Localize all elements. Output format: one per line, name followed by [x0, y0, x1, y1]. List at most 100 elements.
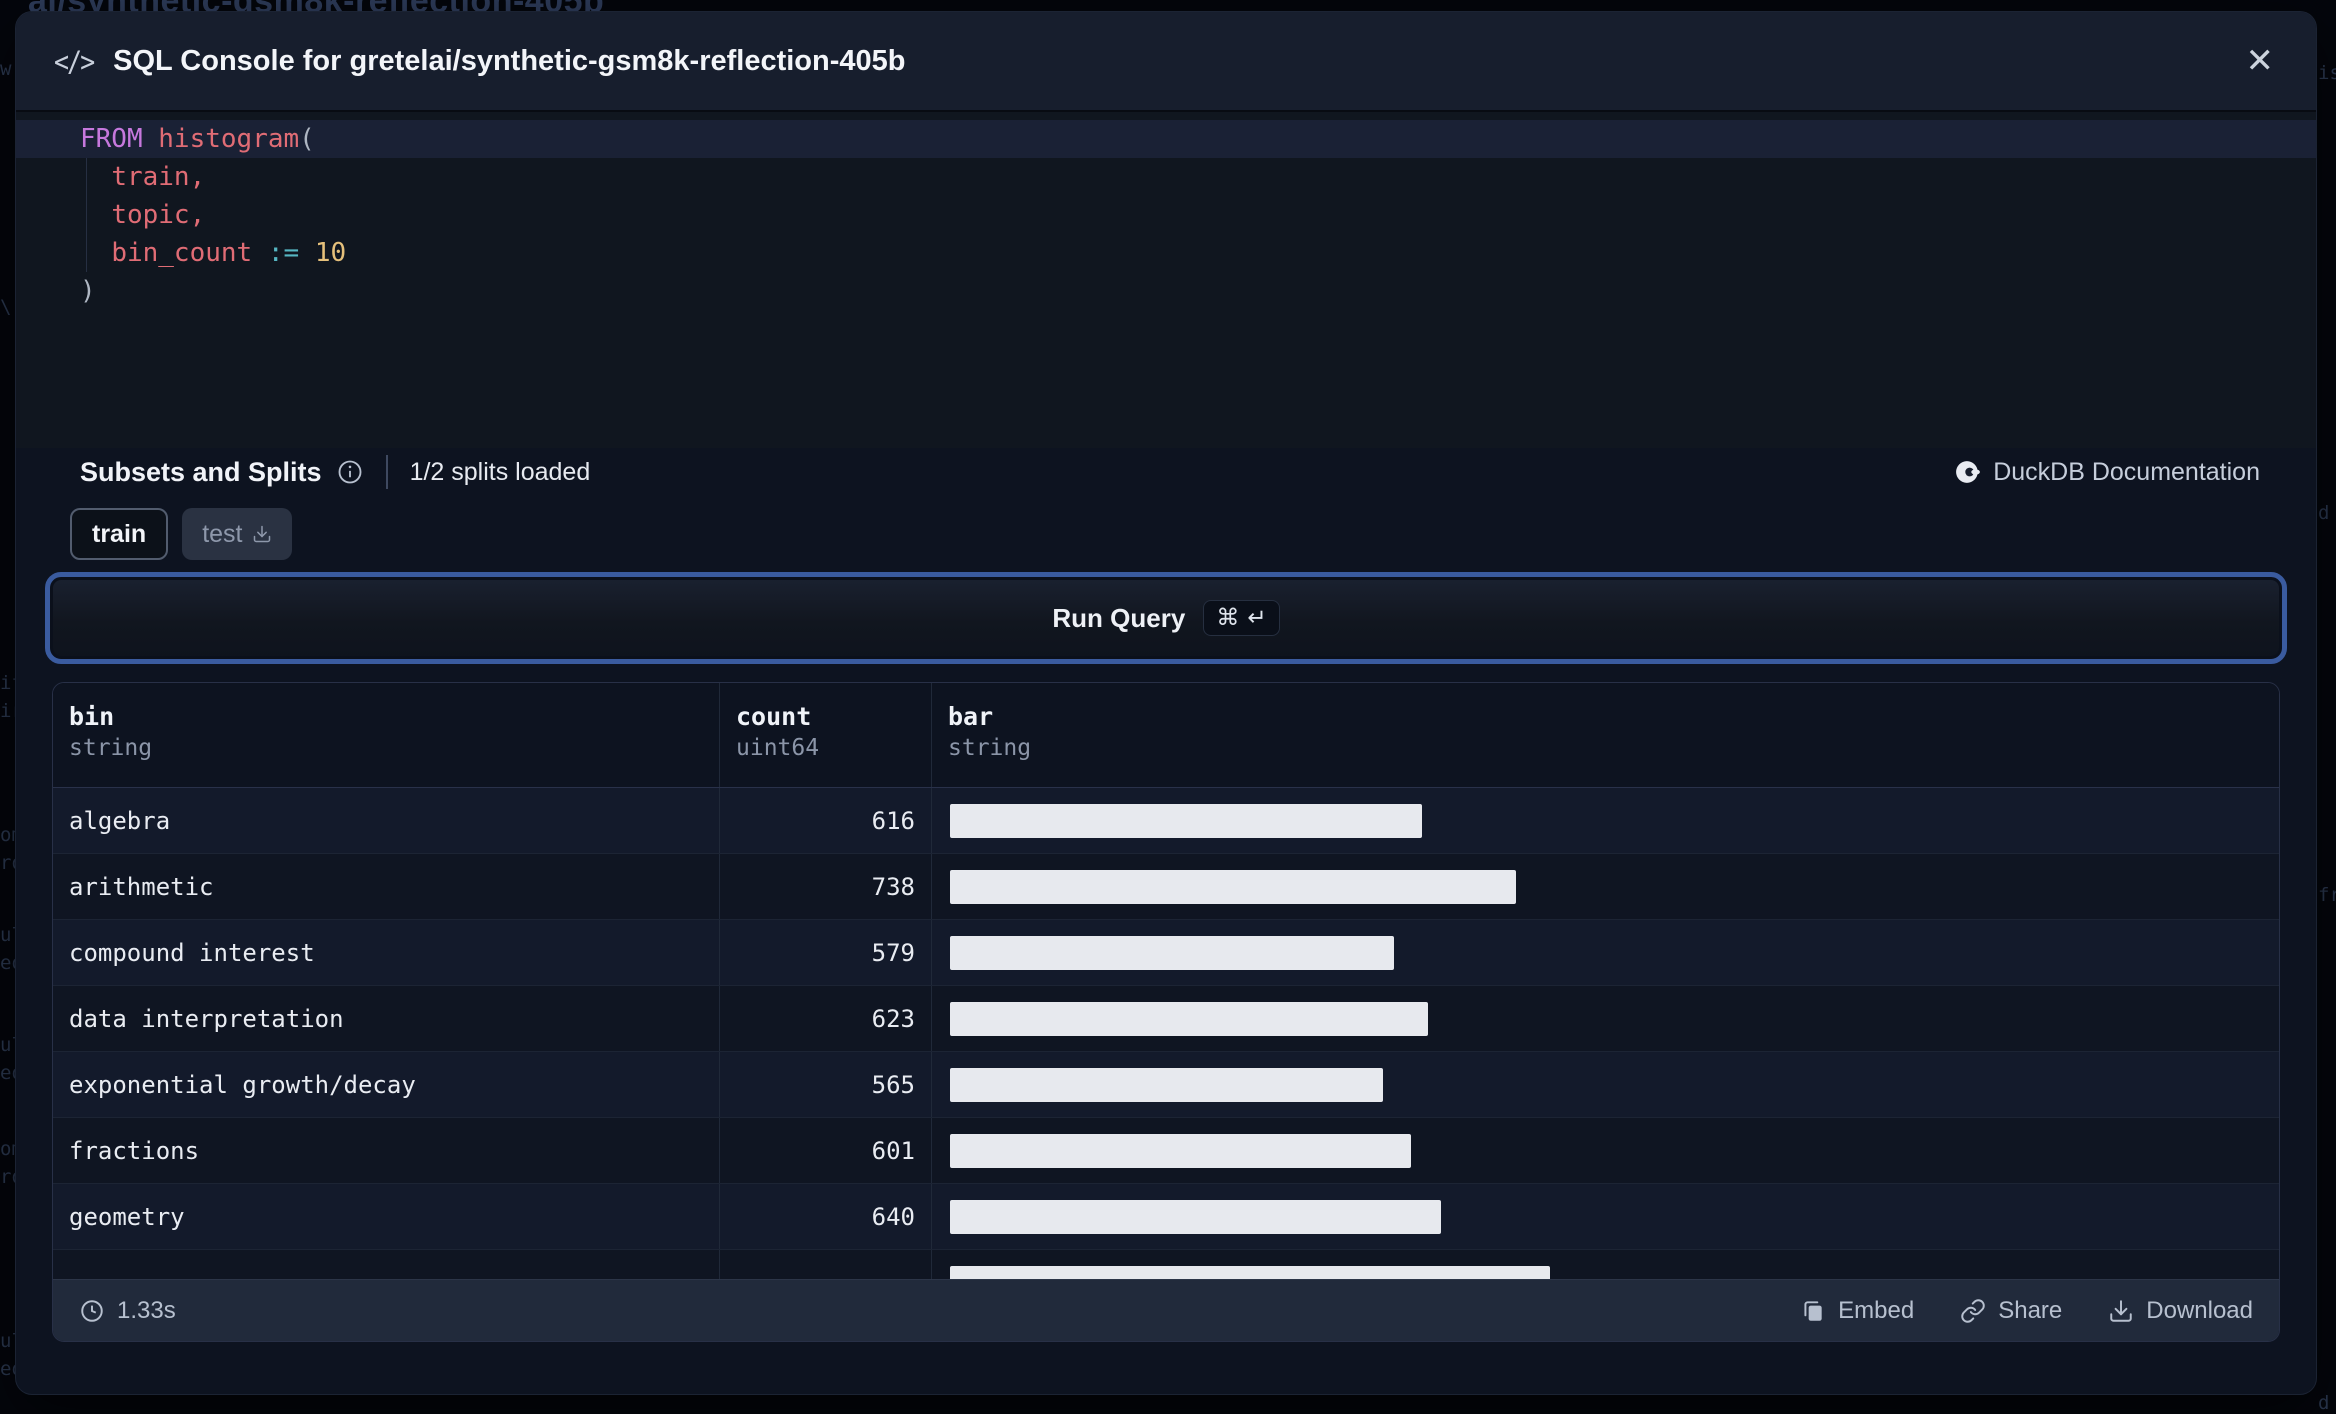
info-icon[interactable] [336, 458, 364, 486]
background-text-fragment: d [2318, 1392, 2330, 1414]
run-query-label: Run Query [1052, 602, 1186, 633]
modal-titlebar: </> SQL Console for gretelai/synthetic-g… [16, 12, 2316, 112]
bar-cell [931, 1184, 2279, 1249]
bar-cell [931, 1250, 2279, 1279]
clock-icon [81, 1299, 103, 1322]
share-icon [1961, 1298, 1985, 1323]
column-header-count: count uint64 [719, 683, 931, 787]
code-token: 10 [314, 238, 347, 268]
bin-cell: compound interest [69, 938, 315, 967]
table-row-partial [53, 1250, 2279, 1279]
cmd-key-icon: ⌘ [1216, 605, 1240, 631]
code-token: , [189, 162, 206, 192]
code-icon: </> [54, 44, 95, 78]
table-row: data interpretation 623 [53, 986, 2279, 1052]
split-chips: train test [70, 508, 293, 560]
split-chip-train[interactable]: train [70, 508, 169, 560]
split-chip-label: train [92, 519, 147, 548]
table-row: compound interest 579 [53, 920, 2279, 986]
query-duration: 1.33s [79, 1297, 176, 1325]
code-token: topic [111, 200, 190, 230]
share-button[interactable]: Share [1960, 1297, 2062, 1325]
embed-button[interactable]: Embed [1800, 1297, 1914, 1325]
embed-label: Embed [1838, 1296, 1915, 1324]
split-chip-label: test [202, 519, 243, 548]
duckdb-documentation-label: DuckDB Documentation [1993, 457, 2260, 486]
column-name: bin [69, 702, 115, 731]
run-query-button[interactable]: Run Query ⌘ ↵ [45, 572, 2287, 664]
embed-icon [1804, 1300, 1822, 1321]
column-header-bar: bar string [931, 683, 2279, 787]
results-panel: bin string count uint64 bar string algebra 616… [52, 682, 2280, 1342]
footer-actions: Embed Share Download [1800, 1297, 2253, 1325]
bin-cell: data interpretation [69, 1004, 344, 1033]
code-line: topic, [16, 196, 2316, 234]
split-chip-test[interactable]: test [182, 508, 293, 560]
histogram-bar [950, 1133, 1411, 1168]
bar-cell [931, 920, 2279, 985]
count-cell: 601 [719, 1118, 931, 1183]
duckdb-logo-icon [1956, 461, 1981, 483]
code-token: histogram [158, 124, 300, 154]
download-split-icon [254, 525, 271, 543]
count-cell: 579 [719, 920, 931, 985]
bar-cell [931, 854, 2279, 919]
bin-cell: algebra [69, 806, 171, 835]
return-key-icon: ↵ [1247, 605, 1267, 631]
table-row: arithmetic 738 [53, 854, 2279, 920]
code-token: := [267, 238, 300, 268]
count-cell: 640 [719, 1184, 931, 1249]
background-text-fragment: fr [2318, 884, 2336, 906]
duckdb-documentation-link[interactable]: DuckDB Documentation [1955, 458, 2260, 487]
count-cell: 623 [719, 986, 931, 1051]
download-icon [2110, 1299, 2132, 1322]
column-name: bar [948, 702, 994, 731]
histogram-bar [950, 1067, 1383, 1102]
table-row: geometry 640 [53, 1184, 2279, 1250]
bin-cell: geometry [69, 1202, 185, 1231]
count-cell: 738 [719, 854, 931, 919]
code-token: FROM [80, 124, 143, 154]
download-button[interactable]: Download [2108, 1297, 2253, 1325]
background-text-fragment: d [2318, 502, 2330, 524]
results-table[interactable]: bin string count uint64 bar string algebra 616… [53, 683, 2279, 1279]
count-cell: 616 [719, 788, 931, 853]
code-line: ) [16, 272, 2316, 310]
bin-cell [53, 1250, 719, 1279]
column-header-bin: bin string [53, 683, 719, 787]
count-cell: 565 [719, 1052, 931, 1117]
histogram-bar [950, 803, 1422, 838]
subsets-row: Subsets and Splits 1/2 splits loaded Duc… [80, 448, 2260, 496]
bar-cell [931, 1052, 2279, 1117]
sql-editor[interactable]: FROM histogram( train, topic, bin_count … [16, 112, 2316, 448]
column-type: uint64 [736, 735, 820, 761]
duration-value: 1.33s [117, 1296, 176, 1324]
background-text-fragment: w [0, 58, 12, 80]
page-root: { "colors": { "accent_blue": "#3a5b9f", … [0, 0, 2336, 1414]
table-body: algebra 616 arithmetic 738 compound interest… [53, 788, 2279, 1279]
code-token: train [111, 162, 190, 192]
table-header-row: bin string count uint64 bar string [53, 683, 2279, 788]
histogram-bar [950, 1265, 1550, 1279]
code-token: , [189, 200, 206, 230]
histogram-bar [950, 1001, 1428, 1036]
histogram-bar [950, 1199, 1441, 1234]
table-row: algebra 616 [53, 788, 2279, 854]
count-cell [719, 1250, 931, 1279]
modal-title: SQL Console for gretelai/synthetic-gsm8k… [113, 44, 906, 77]
close-icon[interactable]: ✕ [2246, 44, 2275, 78]
subsets-label: Subsets and Splits [80, 456, 322, 487]
code-token: ) [80, 276, 96, 306]
bin-cell: arithmetic [69, 872, 214, 901]
code-line: bin_count := 10 [16, 234, 2316, 272]
kbd-shortcut: ⌘ ↵ [1203, 600, 1280, 636]
indent-guide [86, 158, 87, 272]
share-label: Share [1998, 1296, 2063, 1324]
column-type: string [948, 735, 1032, 761]
histogram-bar [950, 869, 1516, 904]
